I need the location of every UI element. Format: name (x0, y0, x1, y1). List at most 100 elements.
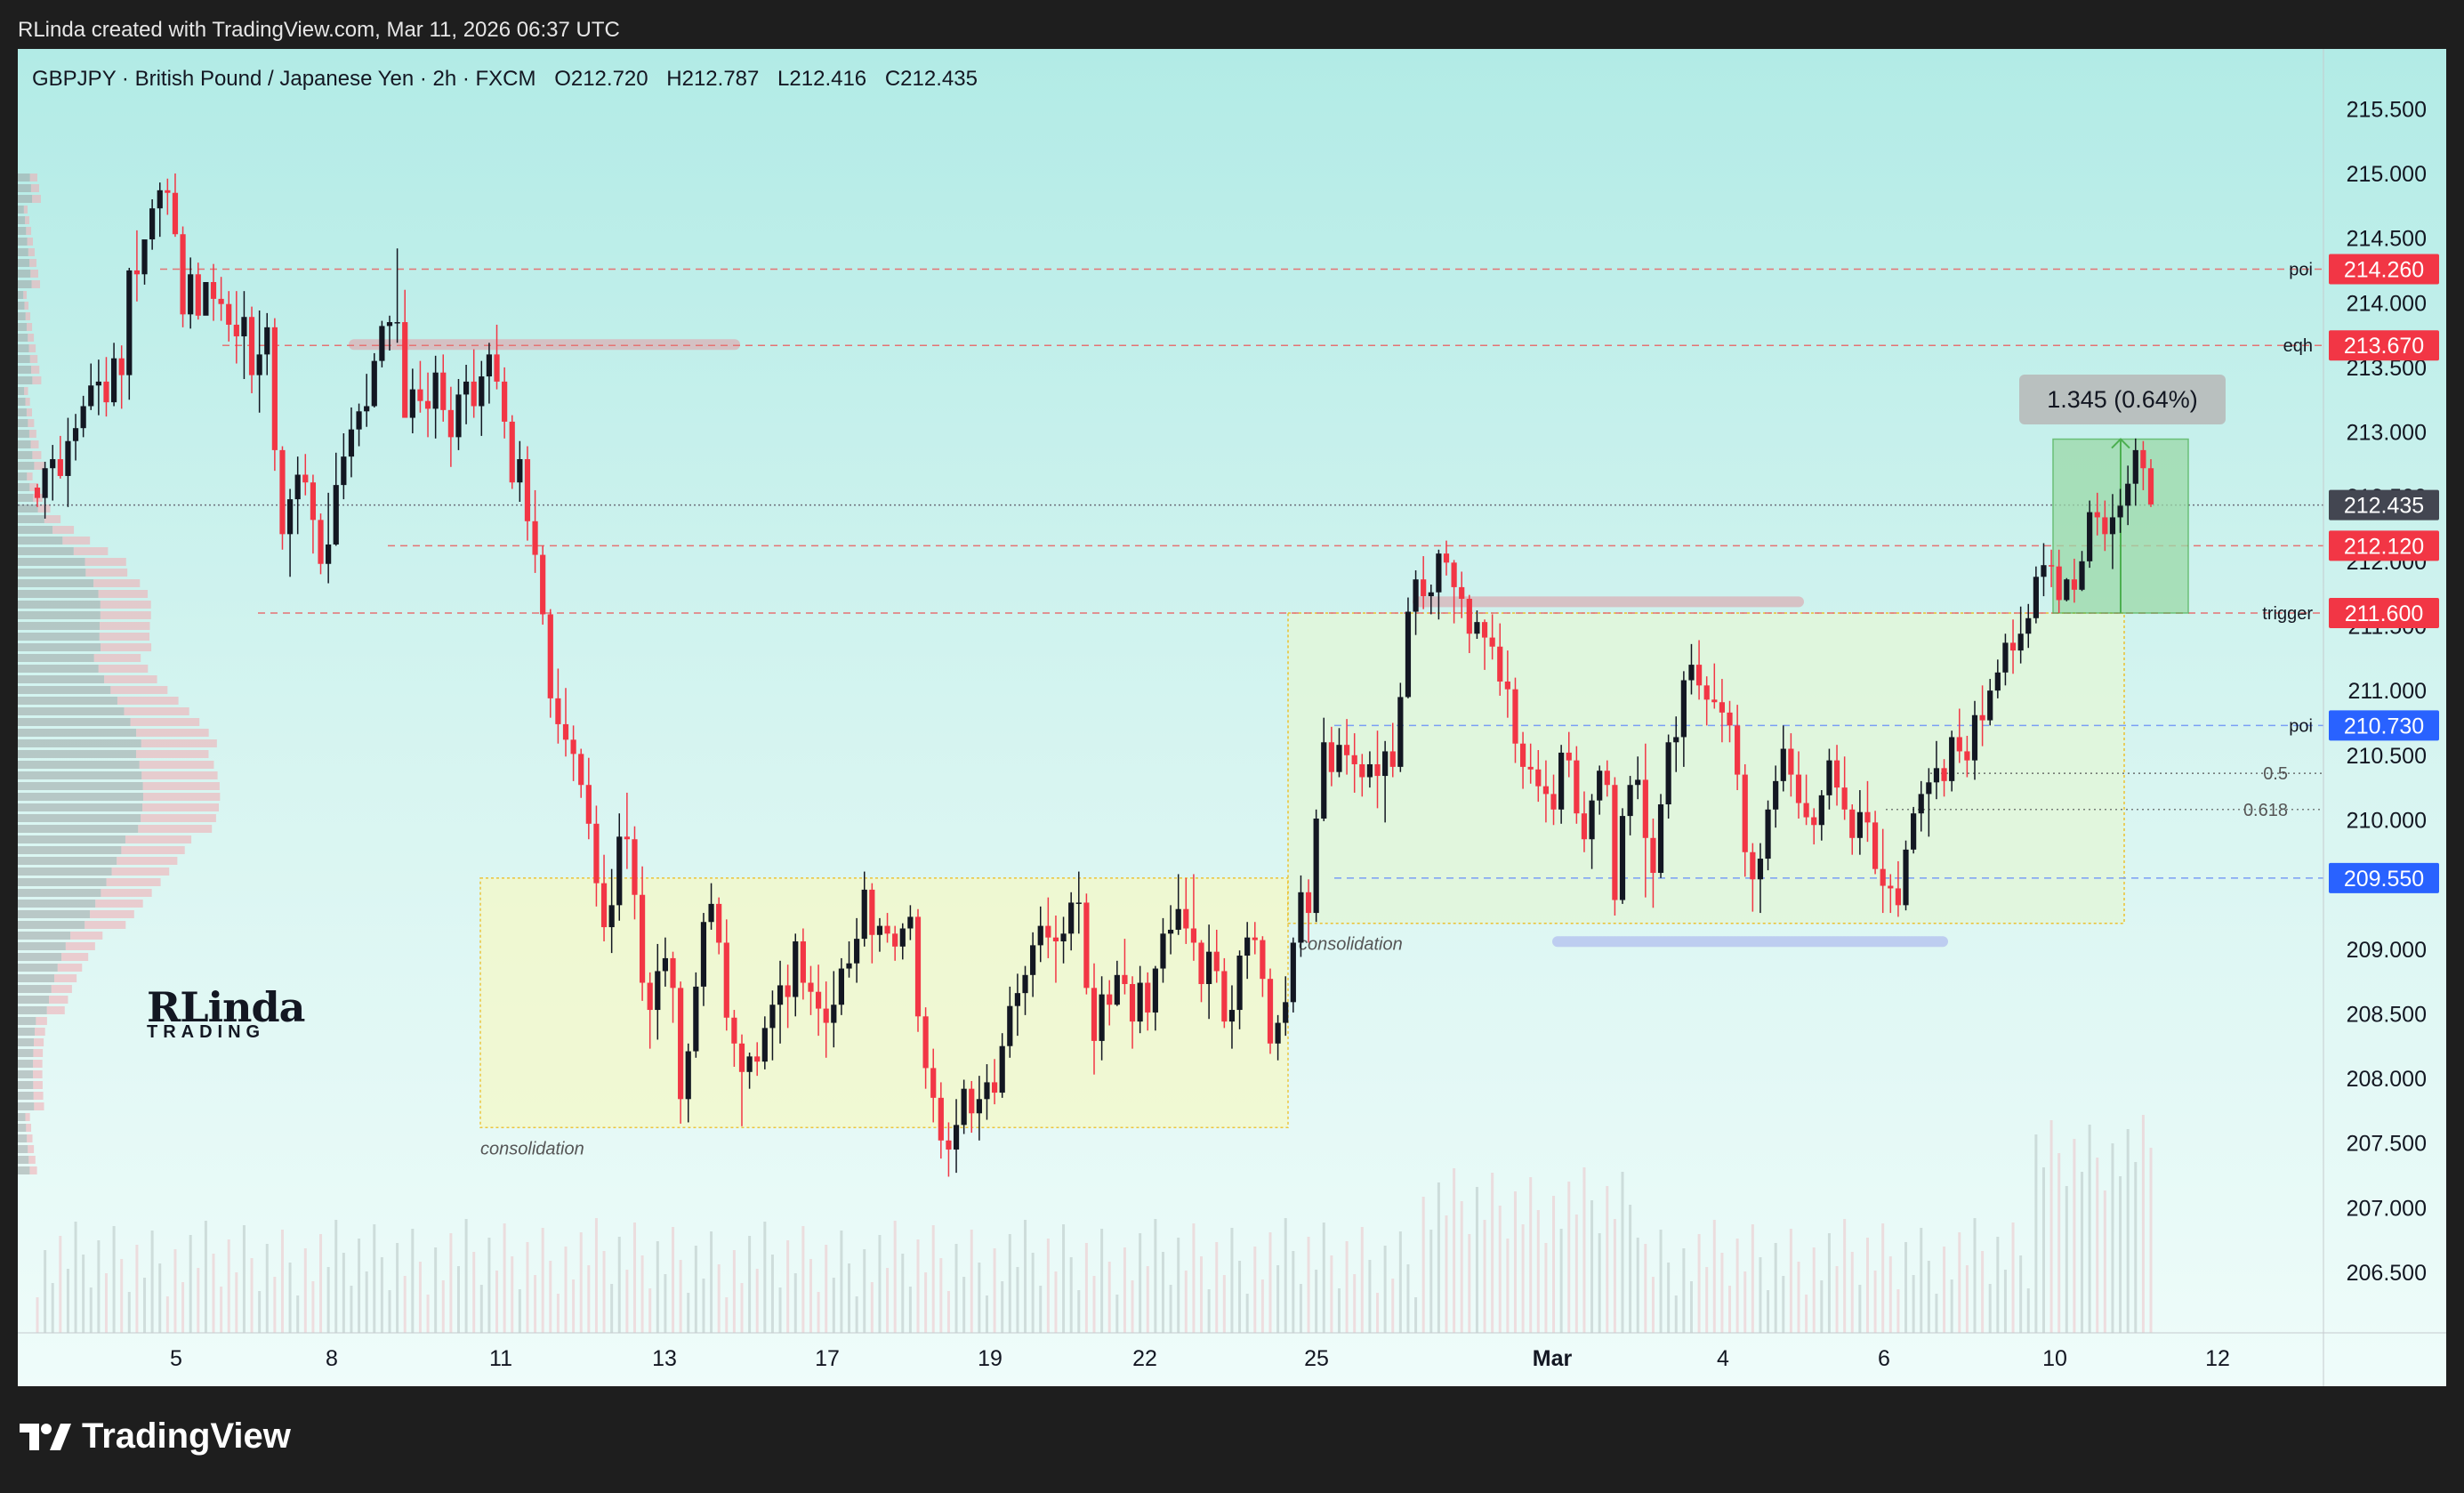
volume-bar (365, 1271, 368, 1333)
volume-profile-bar (18, 1102, 35, 1110)
volume-bar (1345, 1241, 1349, 1333)
volume-bar (2088, 1125, 2091, 1333)
volume-bar (89, 1287, 93, 1333)
volume-bar (288, 1263, 292, 1333)
price-tick-label: 208.500 (2347, 1002, 2427, 1027)
volume-bar (1260, 1279, 1264, 1333)
candle-body (1190, 928, 1197, 943)
volume-profile-bar (37, 504, 51, 512)
candle-body (409, 389, 415, 418)
volume-bar (204, 1221, 207, 1333)
candle-body (524, 459, 531, 521)
volume-bar (1782, 1276, 1785, 1333)
candle-body (509, 421, 515, 483)
volume-profile-bar (18, 675, 105, 683)
volume-bar (1421, 1197, 1425, 1333)
tradingview-logo-icon (20, 1423, 71, 1450)
volume-bar (1337, 1288, 1341, 1333)
volume-profile-bar (18, 387, 25, 395)
candle-body (793, 941, 799, 997)
volume-profile-bar (18, 1156, 29, 1164)
volume-bar (1016, 1267, 1019, 1333)
volume-profile-bar (117, 857, 178, 865)
chart-frame[interactable]: consolidation consolidation 0.5 0.618 1.345 … (18, 49, 2446, 1386)
candle-body (1642, 779, 1648, 838)
volume-bar (1161, 1252, 1164, 1333)
volume-profile-bar (18, 611, 101, 619)
volume-bar (1774, 1243, 1777, 1333)
candle-body (1129, 983, 1136, 1022)
volume-bar (564, 1247, 568, 1333)
candle-body (2102, 517, 2108, 535)
volume-bar (2011, 1223, 2015, 1333)
volume-bar (1222, 1275, 1226, 1333)
candle-body (785, 985, 791, 997)
candle-body (838, 968, 845, 1005)
level-name-label: eqh (2283, 336, 2313, 356)
volume-bar (273, 1277, 277, 1333)
price-tick-label: 215.000 (2347, 162, 2427, 187)
volume-bar (993, 1248, 996, 1333)
volume-profile-bar (18, 547, 74, 555)
volume-profile-bar (136, 729, 209, 737)
time-tick-label: 12 (2205, 1346, 2230, 1371)
candle-body (1045, 925, 1051, 938)
candle-body (440, 372, 447, 410)
volume-bar (1154, 1219, 1157, 1333)
level-name-label: trigger (2262, 604, 2313, 624)
volume-profile-bar (18, 825, 139, 833)
volume-profile-bar (70, 932, 103, 940)
candle-body (233, 324, 239, 337)
volume-bar (150, 1231, 154, 1333)
volume-profile-bar (98, 665, 149, 673)
volume-bar (579, 1232, 583, 1333)
candle-body (716, 903, 722, 943)
volume-bar (426, 1295, 430, 1333)
candlestick-chart[interactable]: consolidation consolidation 0.5 0.618 1.345 … (18, 49, 2446, 1386)
volume-profile-bar (26, 323, 33, 331)
volume-bar (1920, 1228, 1923, 1333)
candle-body (294, 474, 301, 500)
volume-bar (1835, 1266, 1839, 1333)
volume-profile-bar (135, 750, 209, 758)
volume-profile-bar (18, 462, 35, 470)
volume-bar (778, 1287, 782, 1333)
volume-bar (901, 1254, 905, 1333)
volume-profile-bar (18, 323, 27, 331)
volume-bar (1559, 1229, 1563, 1333)
volume-bar (97, 1240, 101, 1333)
candle-body (118, 358, 125, 375)
candle-body (2009, 642, 2017, 651)
volume-bar (1368, 1260, 1372, 1333)
volume-bar (1207, 1289, 1211, 1333)
volume-profile-bar (23, 291, 28, 299)
candle-body (1298, 892, 1304, 943)
ohlc-close: C212.435 (884, 67, 978, 91)
candle-body (248, 317, 255, 375)
volume-bar (1084, 1243, 1088, 1333)
symbol-title[interactable]: GBPJPY · British Pound / Japanese Yen · … (32, 67, 536, 91)
volume-bar (1812, 1247, 1816, 1333)
price-axis-label: 212.435 (2344, 494, 2424, 519)
volume-profile-bar (51, 985, 72, 993)
candle-body (1566, 752, 1572, 761)
volume-bar (687, 1293, 690, 1333)
volume-profile-bar (18, 900, 96, 908)
volume-bar (1299, 1284, 1302, 1333)
volume-bar (350, 1286, 353, 1333)
candle-body (1466, 598, 1472, 634)
volume-bar (2126, 1129, 2130, 1333)
candle-body (447, 409, 454, 438)
volume-bar (1728, 1286, 1732, 1333)
candle-body (1841, 787, 1848, 810)
volume-bar (1353, 1274, 1357, 1333)
candle-body (808, 982, 814, 992)
candle-body (1052, 937, 1059, 942)
volume-bar (1245, 1294, 1249, 1333)
volume-bar (1284, 1218, 1287, 1333)
candle-body (1971, 714, 1978, 761)
volume-bar (1674, 1295, 1678, 1333)
candle-body (1107, 994, 1113, 1005)
candle-body (88, 385, 94, 407)
candle-body (1519, 743, 1526, 767)
